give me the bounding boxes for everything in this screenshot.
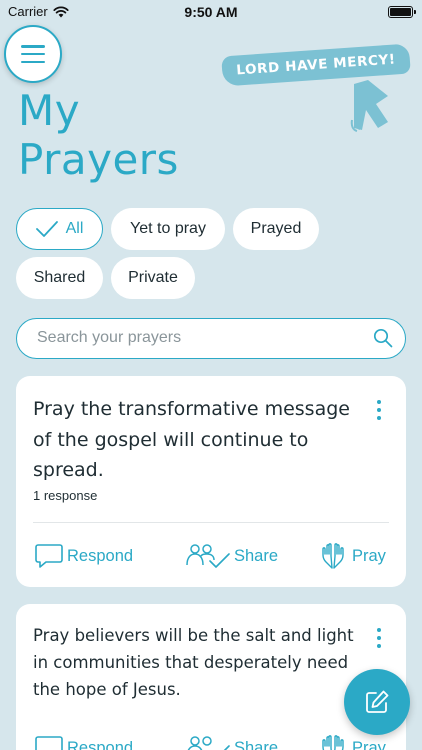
filter-yet-to-pray-label: Yet to pray — [130, 220, 206, 237]
more-dot — [377, 636, 381, 640]
prayer-card[interactable]: Pray believers will be the salt and ligh… — [16, 604, 406, 750]
new-prayer-button[interactable] — [344, 669, 410, 735]
search-icon[interactable] — [373, 328, 393, 348]
more-options-button[interactable] — [372, 400, 386, 420]
prayer-card[interactable]: Pray the transformative message of the g… — [16, 376, 406, 587]
praying-hands-icon — [322, 735, 344, 750]
pray-button[interactable]: Pray — [318, 540, 386, 572]
share-label: Share — [234, 546, 279, 565]
respond-button[interactable]: Respond — [35, 732, 133, 750]
battery-level — [390, 8, 411, 16]
search-input[interactable] — [37, 319, 367, 357]
share-people-icon — [187, 736, 230, 750]
filter-shared-chip[interactable]: Shared — [16, 257, 103, 299]
page-title-line1: My — [18, 86, 81, 135]
response-count: 1 response — [33, 488, 98, 503]
filter-private-label: Private — [128, 269, 178, 286]
share-button[interactable]: Share — [186, 540, 278, 572]
more-dot — [377, 408, 381, 412]
hamburger-icon — [21, 45, 45, 63]
share-people-icon — [186, 544, 230, 568]
more-dot — [377, 644, 381, 648]
page-title-line2: Prayers — [18, 135, 179, 184]
page-title: My Prayers — [18, 86, 278, 184]
respond-button[interactable]: Respond — [35, 540, 133, 572]
menu-button[interactable] — [4, 25, 62, 83]
prayer-text: Pray the transformative message of the g… — [33, 398, 350, 481]
prayer-actions: Respond Share Pray — [16, 732, 406, 750]
pray-label: Pray — [352, 738, 386, 750]
filter-all-chip[interactable]: All — [16, 208, 103, 250]
prayer-text: Pray believers will be the salt and ligh… — [33, 626, 354, 699]
pray-label: Pray — [352, 546, 386, 565]
praying-hands-icon — [350, 80, 388, 132]
filter-all-label: All — [65, 220, 84, 237]
filter-private-chip[interactable]: Private — [111, 257, 195, 299]
more-dot — [377, 400, 381, 404]
more-dot — [377, 628, 381, 632]
praying-hands-icon — [322, 543, 344, 569]
prayer-actions: Respond Share Pray — [16, 540, 406, 572]
speech-bubble-icon — [35, 544, 63, 568]
respond-label: Respond — [67, 546, 134, 565]
filter-yet-to-pray-chip[interactable]: Yet to pray — [111, 208, 225, 250]
share-label: Share — [234, 738, 279, 750]
more-options-button[interactable] — [372, 628, 386, 648]
speech-bubble-icon — [35, 736, 63, 750]
respond-label: Respond — [67, 738, 134, 750]
more-dot — [377, 416, 381, 420]
status-bar: Carrier 9:50 AM — [0, 0, 422, 24]
battery-icon — [388, 6, 416, 18]
search-box — [16, 318, 406, 359]
filter-prayed-chip[interactable]: Prayed — [233, 208, 319, 250]
compose-icon — [366, 690, 389, 713]
filter-shared-label: Shared — [33, 269, 86, 286]
share-button[interactable]: Share — [186, 732, 278, 750]
filter-prayed-label: Prayed — [250, 220, 302, 237]
clock: 9:50 AM — [184, 4, 238, 20]
card-divider — [33, 522, 389, 523]
check-icon — [35, 221, 58, 237]
